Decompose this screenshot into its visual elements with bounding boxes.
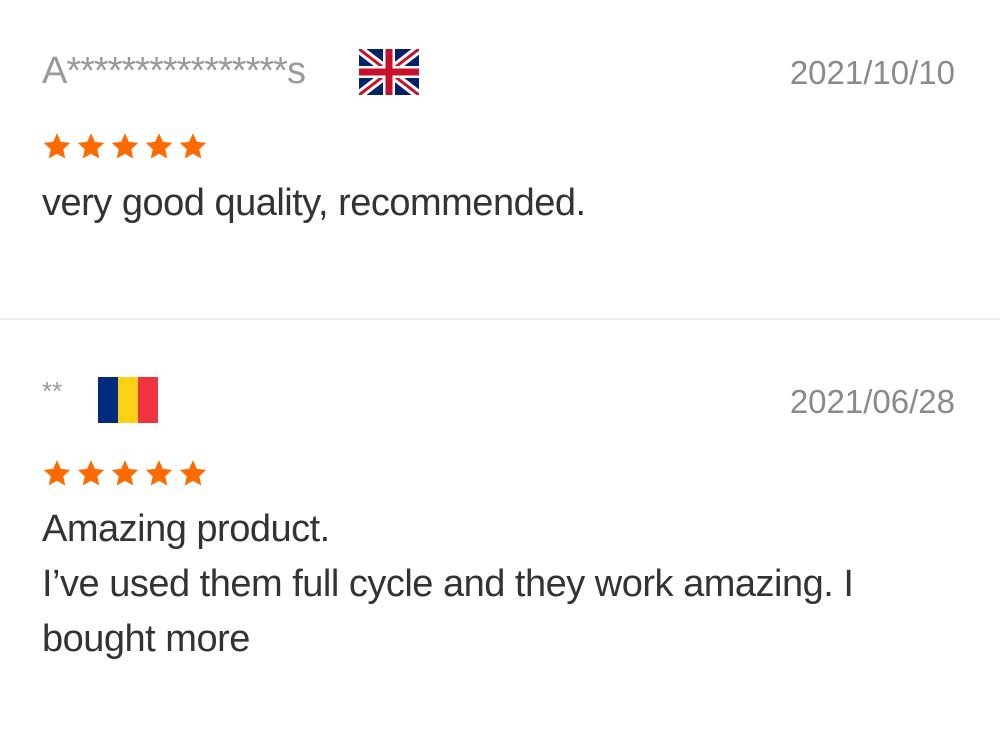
- review-text-line: I’ve used them full cycle and they work …: [42, 563, 854, 660]
- review-date: 2021/06/28: [789, 383, 955, 420]
- review-text-line: very good quality, recommended.: [42, 182, 586, 224]
- star-rating: [42, 131, 208, 161]
- star-icon: [111, 460, 139, 486]
- star-icon: [145, 460, 173, 486]
- review-text-line: Amazing product.: [42, 508, 330, 550]
- star-icon: [43, 133, 71, 159]
- star-icon: [77, 460, 105, 486]
- star-icon: [43, 460, 71, 486]
- star-icon: [179, 133, 207, 159]
- star-rating: [42, 458, 208, 488]
- uk-flag-icon: [359, 49, 419, 95]
- review-item: ** 2021/06/28 Amazing product. I’ve used…: [0, 320, 1000, 750]
- review-date: 2021/10/10: [789, 54, 955, 91]
- star-icon: [77, 133, 105, 159]
- review-item: A****************s 2021/10/10 very good …: [0, 0, 1000, 318]
- star-icon: [145, 133, 173, 159]
- star-icon: [179, 460, 207, 486]
- reviewer-name: A****************s: [42, 50, 306, 92]
- star-icon: [111, 133, 139, 159]
- review-text: very good quality, recommended.: [42, 176, 940, 231]
- romania-flag-icon: [98, 377, 158, 423]
- review-text: Amazing product. I’ve used them full cyc…: [42, 502, 940, 667]
- reviewer-name: **: [42, 376, 63, 406]
